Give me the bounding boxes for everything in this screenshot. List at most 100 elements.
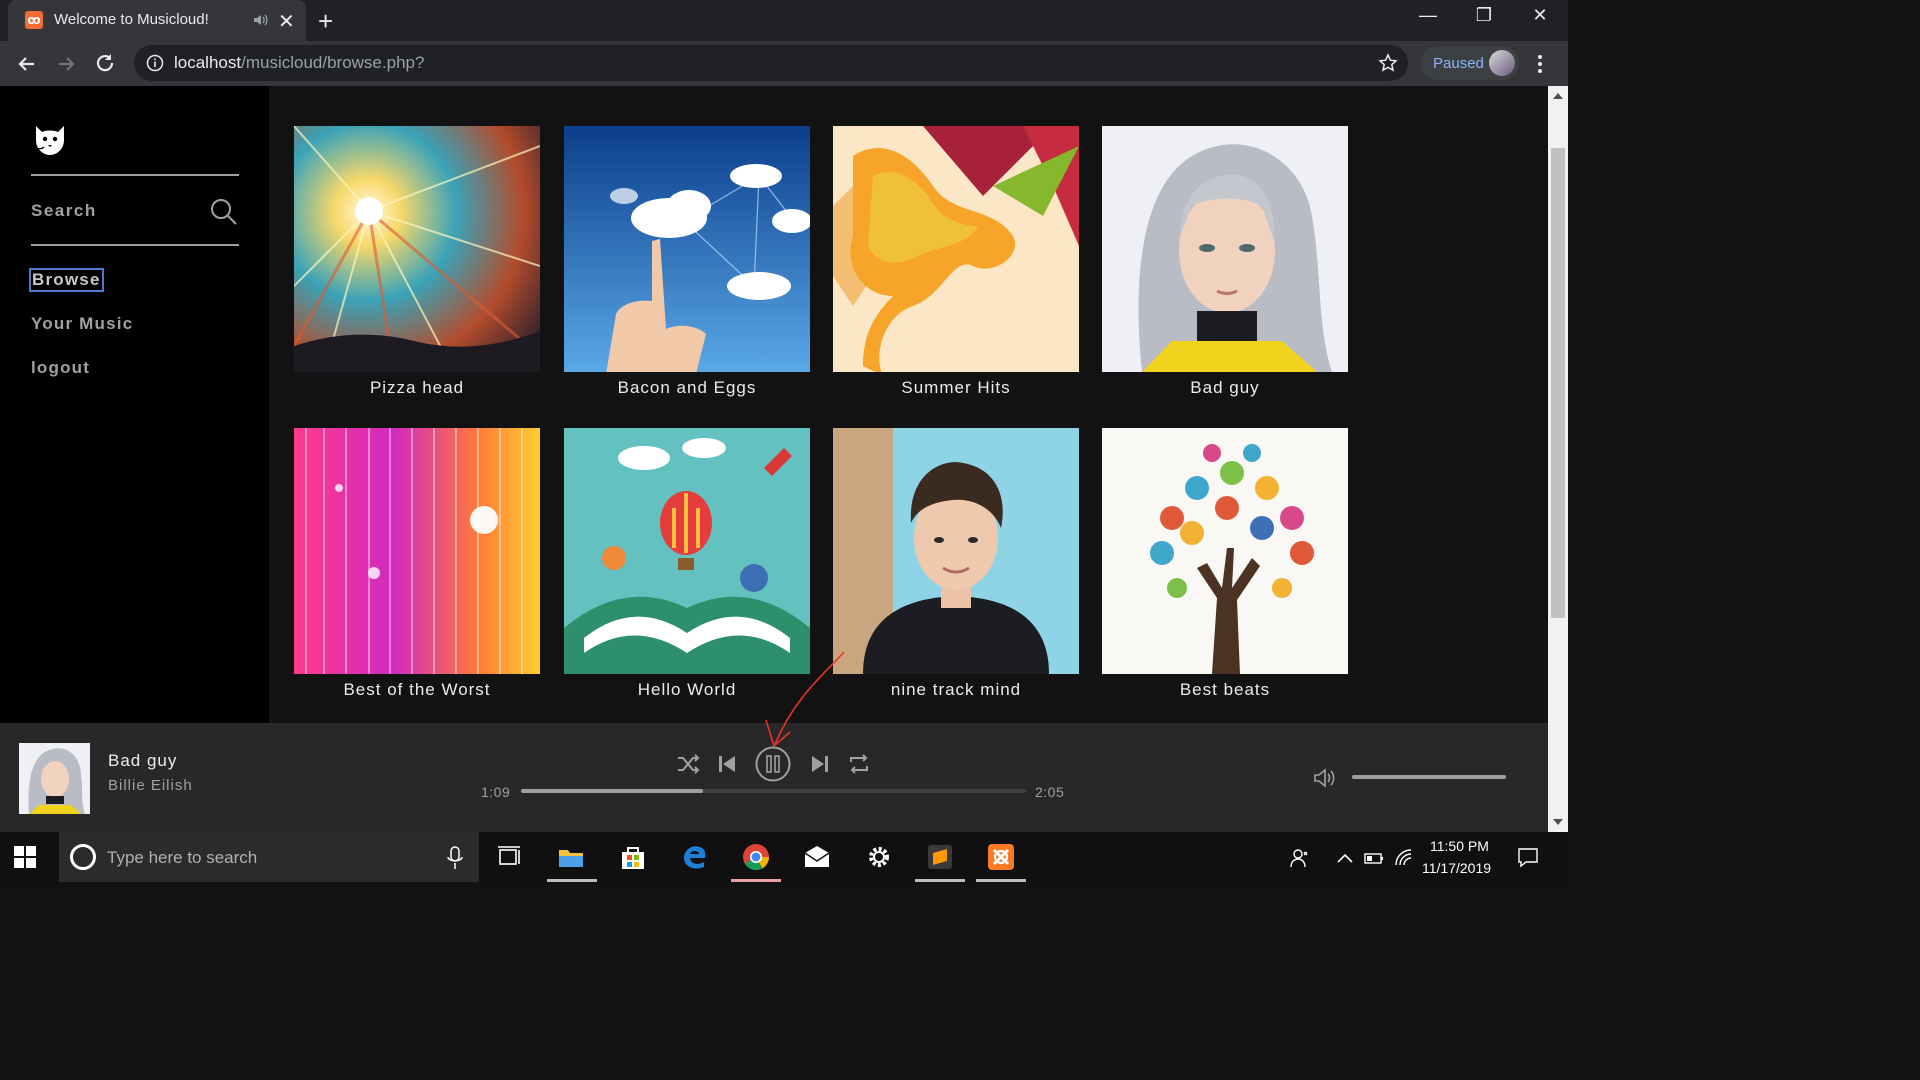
album-title[interactable]: Best of the Worst xyxy=(294,680,540,700)
nav-logout[interactable]: logout xyxy=(31,358,90,378)
address-bar[interactable]: localhost/musicloud/browse.php? xyxy=(134,45,1408,81)
profile-paused-button[interactable]: Paused xyxy=(1421,46,1519,80)
next-icon[interactable] xyxy=(807,751,833,777)
progress-fill[interactable] xyxy=(521,789,703,793)
album-card[interactable]: Bacon and Eggs xyxy=(564,126,810,412)
album-title[interactable]: Summer Hits xyxy=(833,378,1079,398)
cortana-icon[interactable] xyxy=(70,844,96,870)
scrollbar-thumb[interactable] xyxy=(1551,148,1565,618)
album-art[interactable] xyxy=(1102,126,1348,372)
chrome-active-indicator xyxy=(731,879,781,882)
previous-icon[interactable] xyxy=(714,751,740,777)
search-link[interactable]: Search xyxy=(31,201,97,221)
album-card[interactable]: Best beats xyxy=(1102,428,1348,714)
close-window-icon[interactable]: ✕ xyxy=(1512,5,1568,35)
album-art[interactable] xyxy=(294,428,540,674)
album-card[interactable]: nine track mind xyxy=(833,428,1079,714)
total-time: 2:05 xyxy=(1035,784,1065,800)
cat-logo-icon[interactable] xyxy=(30,118,70,158)
page: Search Browse Your Music logout Pizza he… xyxy=(0,86,1548,832)
windows-taskbar: Type here to search 11:50 PM 11/17/2019 xyxy=(0,832,1568,882)
tab-audio-icon[interactable] xyxy=(252,11,270,29)
clock-time[interactable]: 11:50 PM xyxy=(1430,838,1489,854)
browser-tabbar: ꝏ Welcome to Musicloud! ✕ + — ❐ ✕ xyxy=(0,0,1568,41)
url-text: localhost/musicloud/browse.php? xyxy=(174,53,424,73)
album-title[interactable]: Bad guy xyxy=(1102,378,1348,398)
settings-gear-icon[interactable] xyxy=(865,843,893,871)
taskbar-search-placeholder[interactable]: Type here to search xyxy=(107,848,257,868)
browser-tab[interactable]: ꝏ Welcome to Musicloud! ✕ xyxy=(8,0,306,41)
album-card[interactable]: Hello World xyxy=(564,428,810,714)
microphone-icon[interactable] xyxy=(447,846,463,870)
album-art[interactable] xyxy=(564,428,810,674)
store-icon[interactable] xyxy=(619,843,647,871)
wifi-icon[interactable] xyxy=(1394,848,1414,868)
browser-menu-icon[interactable] xyxy=(1533,52,1547,76)
file-explorer-running-indicator xyxy=(547,879,597,882)
back-icon[interactable] xyxy=(14,51,40,77)
volume-icon[interactable] xyxy=(1312,765,1338,791)
mail-icon[interactable] xyxy=(803,843,831,871)
chrome-icon[interactable] xyxy=(742,843,770,871)
album-card[interactable]: Best of the Worst xyxy=(294,428,540,714)
windows-start-icon[interactable] xyxy=(14,846,36,868)
edge-icon[interactable] xyxy=(681,843,709,871)
progress-bar[interactable] xyxy=(521,789,1026,793)
album-art[interactable] xyxy=(564,126,810,372)
current-time: 1:09 xyxy=(481,784,511,800)
minimize-icon[interactable]: — xyxy=(1400,5,1456,35)
file-explorer-icon[interactable] xyxy=(557,843,585,871)
xampp-running-indicator xyxy=(976,879,1026,882)
repeat-icon[interactable] xyxy=(846,751,872,777)
pause-button[interactable] xyxy=(755,746,791,782)
album-art[interactable] xyxy=(1102,428,1348,674)
scroll-up-icon[interactable] xyxy=(1553,92,1563,100)
sublime-text-icon[interactable] xyxy=(926,843,954,871)
sidebar: Search Browse Your Music logout xyxy=(0,86,269,723)
restore-icon[interactable]: ❐ xyxy=(1456,5,1512,35)
profile-avatar xyxy=(1489,50,1515,76)
action-center-icon[interactable] xyxy=(1517,846,1539,868)
album-art[interactable] xyxy=(833,126,1079,372)
album-art[interactable] xyxy=(294,126,540,372)
album-card[interactable]: Summer Hits xyxy=(833,126,1079,412)
now-playing-art[interactable] xyxy=(19,743,90,814)
album-title[interactable]: Pizza head xyxy=(294,378,540,398)
volume-slider[interactable] xyxy=(1352,775,1506,779)
task-view-icon[interactable] xyxy=(496,843,524,871)
album-title[interactable]: Bacon and Eggs xyxy=(564,378,810,398)
url-host: localhost xyxy=(174,53,242,72)
divider xyxy=(31,174,239,176)
nav-your-music[interactable]: Your Music xyxy=(31,314,133,334)
reload-icon[interactable] xyxy=(92,51,118,77)
new-tab-button[interactable]: + xyxy=(318,6,333,37)
search-icon[interactable] xyxy=(208,196,238,226)
clock-date[interactable]: 11/17/2019 xyxy=(1422,860,1491,876)
battery-icon[interactable] xyxy=(1364,848,1384,868)
nav-browse[interactable]: Browse xyxy=(29,268,104,292)
album-card[interactable]: Pizza head xyxy=(294,126,540,412)
track-artist[interactable]: Billie Eilish xyxy=(108,777,193,794)
scroll-down-icon[interactable] xyxy=(1553,818,1563,826)
volume-fill[interactable] xyxy=(1352,775,1506,779)
forward-icon[interactable] xyxy=(53,51,79,77)
tab-close-icon[interactable]: ✕ xyxy=(278,9,295,34)
people-icon[interactable] xyxy=(1290,848,1310,868)
shuffle-icon[interactable] xyxy=(675,751,701,777)
album-title[interactable]: Hello World xyxy=(564,680,810,700)
album-title[interactable]: nine track mind xyxy=(833,680,1079,700)
bookmark-star-icon[interactable] xyxy=(1378,53,1398,73)
now-playing-bar: Bad guy Billie Eilish 1:09 2:05 xyxy=(0,723,1548,832)
page-scrollbar[interactable] xyxy=(1548,86,1568,832)
info-icon[interactable] xyxy=(146,54,164,72)
album-title[interactable]: Best beats xyxy=(1102,680,1348,700)
album-art[interactable] xyxy=(833,428,1079,674)
show-hidden-icons-icon[interactable] xyxy=(1335,848,1355,868)
sublime-running-indicator xyxy=(915,879,965,882)
taskbar-search-box[interactable]: Type here to search xyxy=(59,832,479,882)
xampp-favicon-icon: ꝏ xyxy=(25,11,43,29)
album-card[interactable]: Bad guy xyxy=(1102,126,1348,412)
xampp-icon[interactable] xyxy=(987,843,1015,871)
track-title[interactable]: Bad guy xyxy=(108,751,177,771)
divider xyxy=(31,244,239,246)
